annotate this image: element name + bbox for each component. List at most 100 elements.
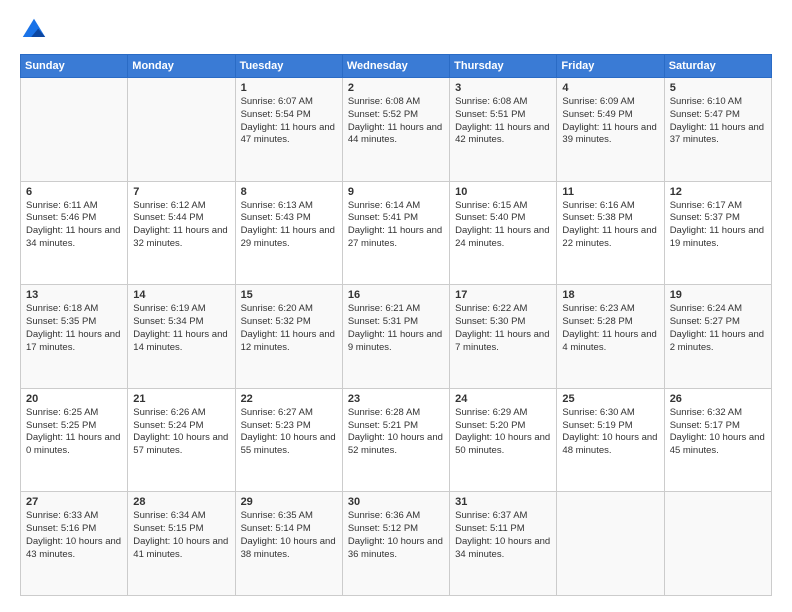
- calendar-cell: 12Sunrise: 6:17 AMSunset: 5:37 PMDayligh…: [664, 181, 771, 285]
- page: SundayMondayTuesdayWednesdayThursdayFrid…: [0, 0, 792, 612]
- weekday-row: SundayMondayTuesdayWednesdayThursdayFrid…: [21, 55, 772, 78]
- day-number: 4: [562, 82, 658, 94]
- calendar-cell: 14Sunrise: 6:19 AMSunset: 5:34 PMDayligh…: [128, 285, 235, 389]
- calendar-cell: 2 Sunrise: 6:08 AMSunset: 5:52 PMDaylight…: [342, 78, 449, 182]
- calendar-week: 13 Sunrise: 6:18 AMSunset: 5:35 PMDayligh…: [21, 285, 772, 389]
- cell-info: Sunrise: 6:10 AMSunset: 5:47 PMDaylight:…: [670, 96, 764, 145]
- calendar-cell: 4 Sunrise: 6:09 AMSunset: 5:49 PMDaylight…: [557, 78, 664, 182]
- calendar-cell: 20 Sunrise: 6:25 AMSunset: 5:25 PMDayligh…: [21, 388, 128, 492]
- day-number: 17: [455, 289, 551, 301]
- calendar-cell: 22 Sunrise: 6:27 AMSunset: 5:23 PMDayligh…: [235, 388, 342, 492]
- cell-info: Sunrise: 6:22 AMSunset: 5:30 PMDaylight:…: [455, 303, 549, 352]
- weekday-header: Friday: [557, 55, 664, 78]
- cell-info: Sunrise: 6:35 AMSunset: 5:14 PMDaylight:…: [241, 510, 336, 559]
- calendar-week: 20 Sunrise: 6:25 AMSunset: 5:25 PMDayligh…: [21, 388, 772, 492]
- cell-info: Sunrise: 6:20 AMSunset: 5:32 PMDaylight:…: [241, 303, 335, 352]
- day-number: 18: [562, 289, 658, 301]
- calendar-cell: 15 Sunrise: 6:20 AMSunset: 5:32 PMDayligh…: [235, 285, 342, 389]
- cell-info: Sunrise: 6:08 AMSunset: 5:52 PMDaylight:…: [348, 96, 442, 145]
- calendar-cell: 6 Sunrise: 6:11 AMSunset: 5:46 PMDaylight…: [21, 181, 128, 285]
- calendar-cell: 23 Sunrise: 6:28 AMSunset: 5:21 PMDayligh…: [342, 388, 449, 492]
- calendar-cell: 18 Sunrise: 6:23 AMSunset: 5:28 PMDayligh…: [557, 285, 664, 389]
- day-number: 23: [348, 393, 444, 405]
- calendar-cell: [21, 78, 128, 182]
- calendar-cell: 24Sunrise: 6:29 AMSunset: 5:20 PMDayligh…: [450, 388, 557, 492]
- cell-info: Sunrise: 6:29 AMSunset: 5:20 PMDaylight:…: [455, 407, 550, 456]
- calendar-cell: 1 Sunrise: 6:07 AMSunset: 5:54 PMDaylight…: [235, 78, 342, 182]
- cell-info: Sunrise: 6:25 AMSunset: 5:25 PMDaylight:…: [26, 407, 120, 456]
- cell-info: Sunrise: 6:37 AMSunset: 5:11 PMDaylight:…: [455, 510, 550, 559]
- calendar-week: 27 Sunrise: 6:33 AMSunset: 5:16 PMDayligh…: [21, 492, 772, 596]
- cell-info: Sunrise: 6:30 AMSunset: 5:19 PMDaylight:…: [562, 407, 657, 456]
- cell-info: Sunrise: 6:23 AMSunset: 5:28 PMDaylight:…: [562, 303, 656, 352]
- cell-info: Sunrise: 6:12 AMSunset: 5:44 PMDaylight:…: [133, 200, 227, 249]
- calendar-cell: 3Sunrise: 6:08 AMSunset: 5:51 PMDaylight…: [450, 78, 557, 182]
- cell-info: Sunrise: 6:13 AMSunset: 5:43 PMDaylight:…: [241, 200, 335, 249]
- calendar-cell: 25 Sunrise: 6:30 AMSunset: 5:19 PMDayligh…: [557, 388, 664, 492]
- cell-info: Sunrise: 6:36 AMSunset: 5:12 PMDaylight:…: [348, 510, 443, 559]
- cell-info: Sunrise: 6:11 AMSunset: 5:46 PMDaylight:…: [26, 200, 120, 249]
- day-number: 20: [26, 393, 122, 405]
- calendar-week: 6 Sunrise: 6:11 AMSunset: 5:46 PMDaylight…: [21, 181, 772, 285]
- day-number: 25: [562, 393, 658, 405]
- calendar-cell: [664, 492, 771, 596]
- day-number: 22: [241, 393, 337, 405]
- day-number: 8: [241, 186, 337, 198]
- cell-info: Sunrise: 6:26 AMSunset: 5:24 PMDaylight:…: [133, 407, 228, 456]
- cell-info: Sunrise: 6:28 AMSunset: 5:21 PMDaylight:…: [348, 407, 443, 456]
- day-number: 13: [26, 289, 122, 301]
- cell-info: Sunrise: 6:19 AMSunset: 5:34 PMDaylight:…: [133, 303, 227, 352]
- day-number: 6: [26, 186, 122, 198]
- cell-info: Sunrise: 6:14 AMSunset: 5:41 PMDaylight:…: [348, 200, 442, 249]
- calendar: SundayMondayTuesdayWednesdayThursdayFrid…: [20, 54, 772, 596]
- weekday-header: Sunday: [21, 55, 128, 78]
- header: [20, 16, 772, 44]
- day-number: 9: [348, 186, 444, 198]
- day-number: 15: [241, 289, 337, 301]
- calendar-header: SundayMondayTuesdayWednesdayThursdayFrid…: [21, 55, 772, 78]
- weekday-header: Saturday: [664, 55, 771, 78]
- cell-info: Sunrise: 6:18 AMSunset: 5:35 PMDaylight:…: [26, 303, 120, 352]
- weekday-header: Wednesday: [342, 55, 449, 78]
- day-number: 30: [348, 496, 444, 508]
- day-number: 27: [26, 496, 122, 508]
- day-number: 1: [241, 82, 337, 94]
- day-number: 2: [348, 82, 444, 94]
- calendar-cell: 26 Sunrise: 6:32 AMSunset: 5:17 PMDayligh…: [664, 388, 771, 492]
- calendar-cell: 19 Sunrise: 6:24 AMSunset: 5:27 PMDayligh…: [664, 285, 771, 389]
- day-number: 19: [670, 289, 766, 301]
- calendar-cell: 31 Sunrise: 6:37 AMSunset: 5:11 PMDayligh…: [450, 492, 557, 596]
- day-number: 31: [455, 496, 551, 508]
- day-number: 11: [562, 186, 658, 198]
- day-number: 28: [133, 496, 229, 508]
- cell-info: Sunrise: 6:15 AMSunset: 5:40 PMDaylight:…: [455, 200, 549, 249]
- calendar-cell: 28 Sunrise: 6:34 AMSunset: 5:15 PMDayligh…: [128, 492, 235, 596]
- day-number: 7: [133, 186, 229, 198]
- cell-info: Sunrise: 6:34 AMSunset: 5:15 PMDaylight:…: [133, 510, 228, 559]
- calendar-cell: 11 Sunrise: 6:16 AMSunset: 5:38 PMDayligh…: [557, 181, 664, 285]
- calendar-week: 1 Sunrise: 6:07 AMSunset: 5:54 PMDaylight…: [21, 78, 772, 182]
- day-number: 29: [241, 496, 337, 508]
- cell-info: Sunrise: 6:27 AMSunset: 5:23 PMDaylight:…: [241, 407, 336, 456]
- weekday-header: Thursday: [450, 55, 557, 78]
- logo-icon: [20, 16, 48, 44]
- cell-info: Sunrise: 6:16 AMSunset: 5:38 PMDaylight:…: [562, 200, 656, 249]
- calendar-cell: 16Sunrise: 6:21 AMSunset: 5:31 PMDayligh…: [342, 285, 449, 389]
- cell-info: Sunrise: 6:24 AMSunset: 5:27 PMDaylight:…: [670, 303, 764, 352]
- cell-info: Sunrise: 6:21 AMSunset: 5:31 PMDaylight:…: [348, 303, 442, 352]
- day-number: 26: [670, 393, 766, 405]
- calendar-cell: 21 Sunrise: 6:26 AMSunset: 5:24 PMDayligh…: [128, 388, 235, 492]
- cell-info: Sunrise: 6:07 AMSunset: 5:54 PMDaylight:…: [241, 96, 335, 145]
- day-number: 5: [670, 82, 766, 94]
- calendar-cell: 5 Sunrise: 6:10 AMSunset: 5:47 PMDaylight…: [664, 78, 771, 182]
- day-number: 12: [670, 186, 766, 198]
- cell-info: Sunrise: 6:33 AMSunset: 5:16 PMDaylight:…: [26, 510, 121, 559]
- cell-info: Sunrise: 6:09 AMSunset: 5:49 PMDaylight:…: [562, 96, 656, 145]
- day-number: 21: [133, 393, 229, 405]
- cell-info: Sunrise: 6:32 AMSunset: 5:17 PMDaylight:…: [670, 407, 765, 456]
- cell-info: Sunrise: 6:08 AMSunset: 5:51 PMDaylight:…: [455, 96, 549, 145]
- calendar-cell: [128, 78, 235, 182]
- calendar-cell: 29 Sunrise: 6:35 AMSunset: 5:14 PMDayligh…: [235, 492, 342, 596]
- calendar-body: 1 Sunrise: 6:07 AMSunset: 5:54 PMDaylight…: [21, 78, 772, 596]
- calendar-cell: 17 Sunrise: 6:22 AMSunset: 5:30 PMDayligh…: [450, 285, 557, 389]
